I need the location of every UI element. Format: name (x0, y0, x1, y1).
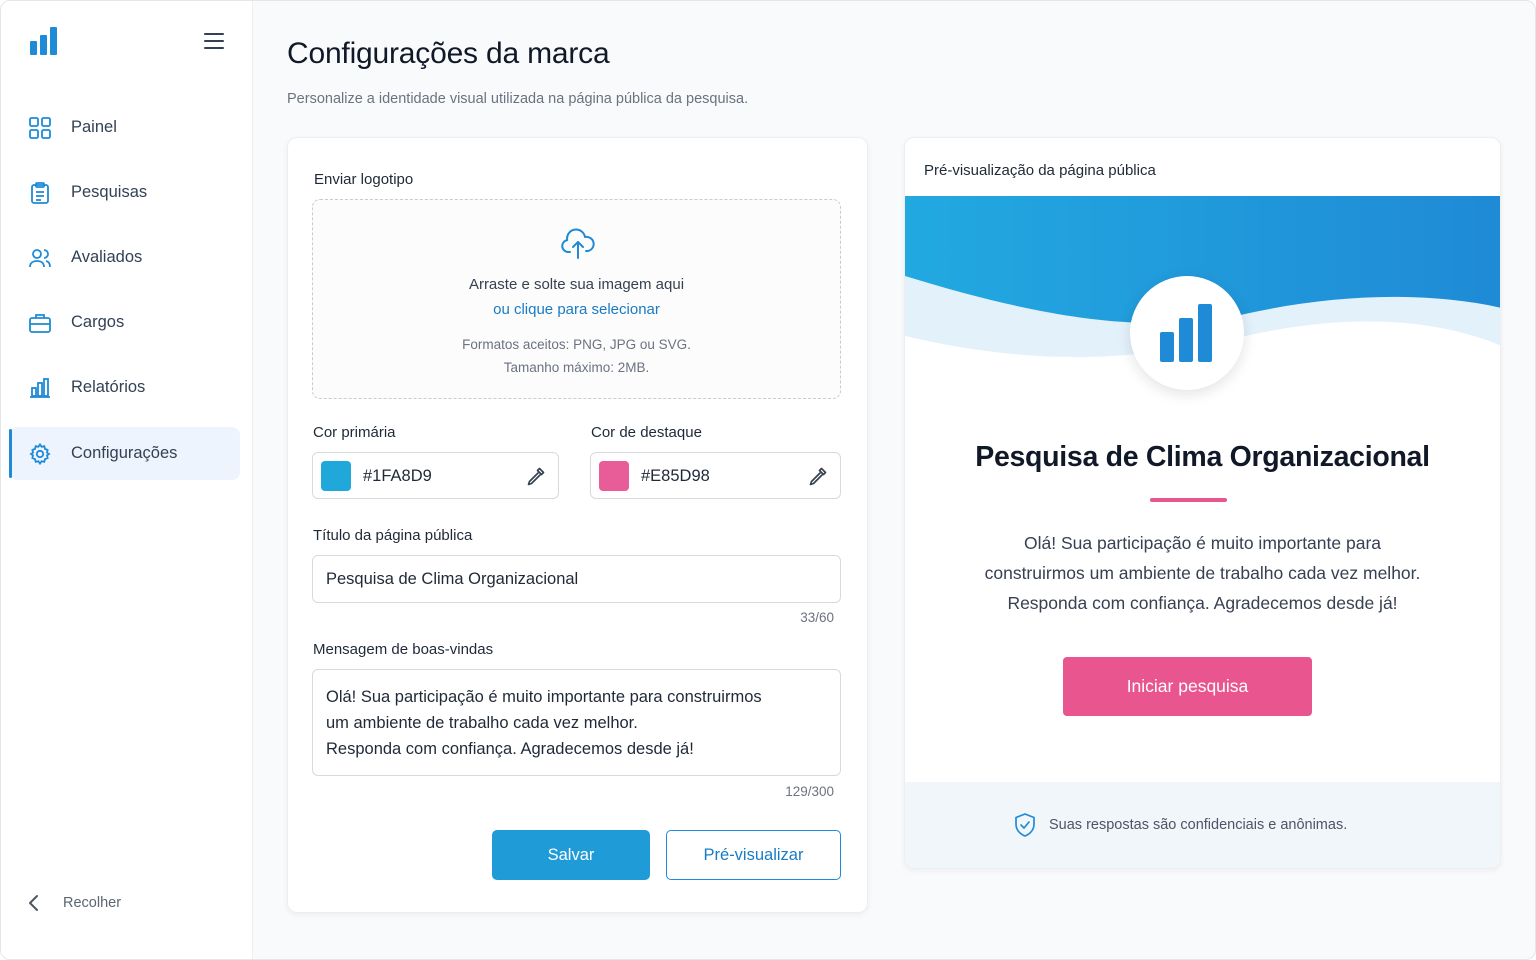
brand-settings-form: Enviar logotipo Arraste e solte sua imag… (287, 137, 868, 913)
briefcase-icon (27, 310, 53, 336)
accent-color-swatch[interactable] (599, 461, 629, 491)
primary-color-value: #1FA8D9 (363, 467, 432, 485)
confidentiality-note: Suas respostas são confidenciais e anôni… (1049, 817, 1348, 833)
preview-footer: Suas respostas são confidenciais e anôni… (905, 782, 1500, 868)
sidebar-item-relatorios[interactable]: Relatórios (9, 361, 240, 414)
welcome-message-textarea[interactable]: Olá! Sua participação é muito importante… (312, 669, 841, 776)
chevron-left-icon (29, 895, 38, 911)
public-title-label: Título da página pública (313, 527, 473, 544)
sidebar-item-label: Configurações (71, 444, 178, 462)
bar-chart-logo (1160, 304, 1212, 362)
preview-welcome-message: Olá! Sua participação é muito importante… (945, 528, 1460, 618)
sidebar-item-cargos[interactable]: Cargos (9, 296, 240, 349)
sidebar-item-label: Painel (71, 118, 117, 136)
sidebar-item-label: Relatórios (71, 378, 146, 396)
collapse-label: Recolher (63, 895, 122, 911)
public-page-preview: Pré-visualização da página pública Pesqu… (904, 137, 1501, 869)
sidebar-item-configuracoes[interactable]: Configurações (9, 427, 240, 480)
sidebar-item-painel[interactable]: Painel (9, 101, 240, 154)
title-char-counter: 33/60 (800, 610, 834, 625)
start-survey-button[interactable]: Iniciar pesquisa (1063, 657, 1312, 716)
gear-icon (27, 441, 53, 467)
welcome-message-label: Mensagem de boas-vindas (313, 641, 494, 658)
shield-check-icon (1015, 813, 1035, 837)
bar-chart-icon (27, 375, 53, 401)
bar-chart-logo[interactable] (29, 27, 59, 55)
collapse-sidebar-button[interactable]: Recolher (27, 894, 121, 912)
sidebar-item-label: Avaliados (71, 248, 143, 266)
users-icon (27, 245, 53, 271)
cloud-upload-icon (561, 228, 595, 259)
accent-color-field[interactable]: #E85D98 (590, 452, 841, 499)
logo-upload-label: Enviar logotipo (314, 171, 414, 188)
title-accent-underline (1150, 498, 1227, 502)
save-button[interactable]: Salvar (492, 830, 650, 880)
primary-color-label: Cor primária (313, 424, 396, 441)
sidebar-item-avaliados[interactable]: Avaliados (9, 231, 240, 284)
public-title-input[interactable]: Pesquisa de Clima Organizacional (312, 555, 841, 603)
app-window: Painel Pesquisas Avaliados Cargos Relató… (0, 0, 1536, 960)
preview-title: Pesquisa de Clima Organizacional (975, 441, 1430, 473)
clipboard-icon (27, 180, 53, 206)
hamburger-icon[interactable] (203, 31, 225, 51)
dropzone-instruction: Arraste e solte sua imagem aqui (468, 276, 685, 293)
preview-button[interactable]: Pré-visualizar (666, 830, 841, 880)
preview-label: Pré-visualização da página pública (924, 162, 1156, 179)
eyedropper-icon[interactable] (808, 466, 828, 486)
primary-color-field[interactable]: #1FA8D9 (312, 452, 559, 499)
message-line: um ambiente de trabalho cada vez melhor. (326, 714, 638, 732)
logo-dropzone[interactable]: Arraste e solte sua imagem aqui ou cliqu… (312, 199, 841, 399)
dropzone-select-link[interactable]: ou clique para selecionar (313, 301, 840, 318)
message-line: construirmos um ambiente de trabalho cad… (984, 563, 1421, 583)
sidebar-item-pesquisas[interactable]: Pesquisas (9, 166, 240, 219)
message-char-counter: 129/300 (785, 784, 834, 799)
sidebar: Painel Pesquisas Avaliados Cargos Relató… (1, 1, 253, 959)
grid-icon (27, 115, 53, 141)
eyedropper-icon[interactable] (526, 466, 546, 486)
dropzone-max-size: Tamanho máximo: 2MB. (503, 360, 650, 375)
accent-color-value: #E85D98 (641, 467, 710, 485)
sidebar-item-label: Cargos (71, 313, 125, 331)
sidebar-item-label: Pesquisas (71, 183, 148, 201)
accent-color-label: Cor de destaque (591, 424, 702, 441)
preview-logo (1130, 276, 1244, 390)
message-line: Olá! Sua participação é muito importante… (1024, 533, 1381, 553)
page-subtitle: Personalize a identidade visual utilizad… (287, 91, 749, 107)
message-line: Olá! Sua participação é muito importante… (326, 688, 762, 706)
message-line: Responda com confiança. Agradecemos desd… (326, 740, 694, 758)
primary-color-swatch[interactable] (321, 461, 351, 491)
page-title: Configurações da marca (287, 37, 610, 70)
message-line: Responda com confiança. Agradecemos desd… (1007, 593, 1398, 613)
dropzone-formats: Formatos aceitos: PNG, JPG ou SVG. (462, 337, 691, 352)
